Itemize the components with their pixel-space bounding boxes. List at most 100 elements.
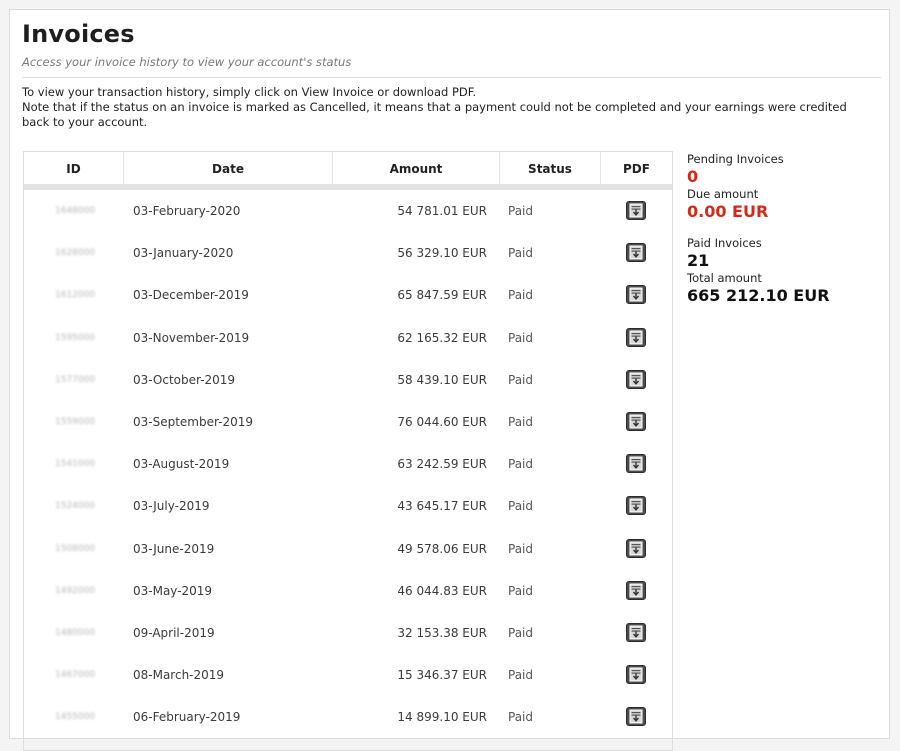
table-row: 1577000 03-October-2019 58 439.10 EUR Paid [24,359,672,401]
invoice-amount-cell: 56 329.10 EUR [397,246,487,261]
invoice-status-cell: Paid [508,330,534,345]
column-header-date[interactable]: Date [124,152,333,184]
download-pdf-icon[interactable] [626,623,646,642]
invoice-amount-cell: 54 781.01 EUR [397,204,487,218]
download-pdf-icon[interactable] [626,412,646,431]
invoice-date-cell: 03-January-2020 [133,246,234,261]
invoice-amount-cell: 62 165.32 EUR [397,330,487,345]
invoice-status-cell: Paid [508,668,534,683]
paid-invoices-value: 21 [687,251,710,270]
download-pdf-icon[interactable] [626,580,646,600]
table-row: 1467000 08-March-2019 15 346.37 EUR Paid [24,654,672,696]
download-pdf-icon[interactable] [626,285,646,305]
invoice-date-cell: 03-September-2019 [133,415,254,429]
invoice-date-cell: 09-April-2019 [133,626,215,640]
invoice-id-cell: 1577000 [55,374,96,385]
invoice-date-cell: 03-October-2019 [133,372,236,387]
intro-text: To view your transaction history, simply… [22,85,872,130]
invoice-status-cell: Paid [508,457,534,472]
invoice-date-cell: 03-August-2019 [133,457,230,472]
table-row: 1595000 03-November-2019 62 165.32 EUR Paid [24,317,672,359]
download-pdf-icon[interactable] [626,201,646,220]
invoice-status-cell: Paid [508,626,534,640]
page-subtitle: Access your invoice history to view your… [22,55,352,69]
table-row: 1455000 06-February-2019 14 899.10 EUR Paid [24,696,672,738]
paid-invoices-label: Paid Invoices [687,236,762,250]
divider [22,77,881,78]
invoice-status-cell: Paid [508,246,534,261]
invoice-amount-cell: 76 044.60 EUR [397,415,487,429]
total-amount-label: Total amount [687,271,762,285]
page-title: Invoices [22,20,135,48]
due-amount-label: Due amount [687,187,759,201]
download-pdf-icon[interactable] [626,369,646,389]
invoice-amount-cell: 43 645.17 EUR [397,499,487,514]
invoice-id-cell: 1595000 [55,332,96,343]
invoice-id-cell: 1648000 [55,206,96,216]
invoice-id-cell: 1455000 [55,712,96,723]
table-row: 1508000 03-June-2019 49 578.06 EUR Paid [24,528,672,570]
invoice-amount-cell: 65 847.59 EUR [397,288,487,303]
table-row: 1492000 03-May-2019 46 044.83 EUR Paid [24,570,672,612]
invoice-amount-cell: 46 044.83 EUR [397,583,487,598]
invoice-amount-cell: 63 242.59 EUR [397,457,487,472]
invoice-id-cell: 1541000 [55,459,96,470]
invoice-date-cell: 06-February-2019 [133,710,241,725]
invoice-date-cell: 08-March-2019 [133,668,225,683]
invoice-amount-cell: 49 578.06 EUR [397,541,487,556]
invoice-status-cell: Paid [508,583,534,598]
invoice-date-cell: 03-December-2019 [133,288,249,303]
invoice-id-cell: 1467000 [55,670,96,681]
invoices-table: ID Date Amount Status PDF 1648000 03-Febr… [23,151,673,751]
invoice-id-cell: 1628000 [55,248,96,259]
column-header-amount[interactable]: Amount [333,152,500,184]
download-pdf-icon[interactable] [626,665,646,685]
column-header-id[interactable]: ID [24,152,124,184]
pending-invoices-value: 0 [687,167,699,186]
invoice-date-cell: 03-June-2019 [133,541,215,556]
download-pdf-icon[interactable] [626,496,646,516]
invoice-status-cell: Paid [508,541,534,556]
column-header-pdf[interactable]: PDF [601,152,672,184]
download-pdf-icon[interactable] [626,707,646,727]
table-row: 1559000 03-September-2019 76 044.60 EUR Pai… [24,401,672,443]
table-header: ID Date Amount Status PDF [24,152,672,184]
table-row: 1541000 03-August-2019 63 242.59 EUR Paid [24,443,672,485]
total-amount-value: 665 212.10 EUR [687,286,830,305]
pending-invoices-label: Pending Invoices [687,152,784,166]
table-row: 1480000 09-April-2019 32 153.38 EUR Paid [24,612,672,654]
download-pdf-icon[interactable] [626,538,646,558]
invoice-date-cell: 03-July-2019 [133,499,210,514]
invoice-id-cell: 1508000 [55,543,96,554]
invoice-id-cell: 1559000 [55,417,96,427]
invoice-status-cell: Paid [508,499,534,514]
table-row: 1628000 03-January-2020 56 329.10 EUR Paid [24,232,672,274]
invoice-amount-cell: 32 153.38 EUR [397,626,487,640]
invoice-date-cell: 03-May-2019 [133,583,213,598]
invoice-status-cell: Paid [508,372,534,387]
invoice-id-cell: 1612000 [55,290,96,301]
invoice-amount-cell: 58 439.10 EUR [397,372,487,387]
invoice-date-cell: 03-November-2019 [133,330,250,345]
invoice-amount-cell: 15 346.37 EUR [397,668,487,683]
invoice-date-cell: 03-February-2020 [133,204,241,218]
intro-line-1: To view your transaction history, simply… [22,85,477,99]
column-header-status[interactable]: Status [500,152,601,184]
due-amount-value: 0.00 EUR [687,202,769,221]
invoice-id-cell: 1492000 [55,585,96,596]
invoices-panel: Invoices Access your invoice history to … [9,9,890,751]
invoice-status-cell: Paid [508,288,534,303]
invoice-id-cell: 1480000 [55,628,96,638]
table-row: 1648000 03-February-2020 54 781.01 EUR Paid [24,190,672,232]
download-pdf-icon[interactable] [626,454,646,474]
table-row: 1524000 03-July-2019 43 645.17 EUR Paid [24,485,672,527]
invoice-status-cell: Paid [508,710,534,725]
download-pdf-icon[interactable] [626,327,646,347]
table-row: 1612000 03-December-2019 65 847.59 EUR Paid [24,274,672,316]
invoice-status-cell: Paid [508,415,534,429]
invoice-status-cell: Paid [508,204,534,218]
invoice-amount-cell: 14 899.10 EUR [397,710,487,725]
intro-line-2: Note that if the status on an invoice is… [22,100,847,129]
invoice-id-cell: 1524000 [55,501,96,512]
download-pdf-icon[interactable] [626,243,646,263]
